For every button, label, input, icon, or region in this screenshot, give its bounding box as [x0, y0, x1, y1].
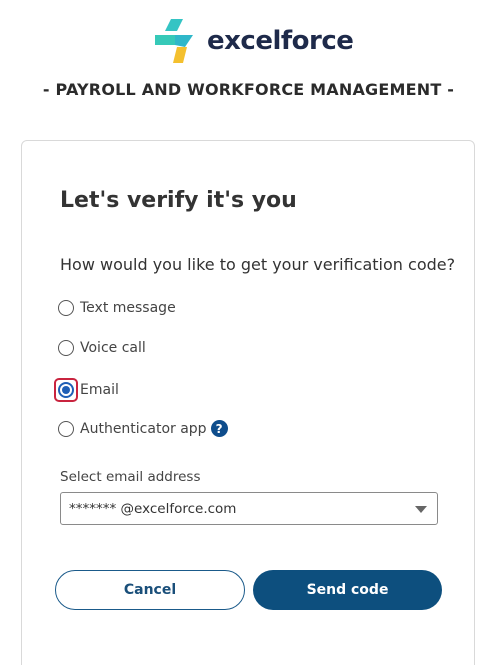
text-message-label: Text message [80, 300, 176, 316]
page-title: Let's verify it's you [60, 188, 297, 213]
email-address-value: ******* @excelforce.com [69, 500, 237, 517]
brand-tagline: - PAYROLL AND WORKFORCE MANAGEMENT - [42, 80, 455, 99]
excelforce-logo-icon [155, 19, 193, 63]
brand-logo: excelforce [153, 17, 354, 65]
verification-question: How would you like to get your verificat… [60, 255, 456, 274]
chevron-down-icon [415, 506, 427, 513]
select-email-label: Select email address [60, 469, 201, 485]
cancel-button[interactable]: Cancel [55, 570, 245, 610]
email-address-select[interactable]: ******* @excelforce.com [60, 492, 438, 525]
email-label: Email [80, 382, 119, 398]
option-voice-call[interactable]: Voice call [58, 340, 146, 356]
authenticator-app-label: Authenticator app [80, 420, 207, 437]
voice-call-label: Voice call [80, 340, 146, 356]
text-message-radio[interactable] [58, 300, 74, 316]
voice-call-radio[interactable] [58, 340, 74, 356]
option-email[interactable]: Email [54, 378, 119, 402]
question-icon[interactable]: ? [210, 420, 228, 437]
option-text-message[interactable]: Text message [58, 300, 176, 316]
authenticator-app-radio[interactable] [58, 420, 74, 437]
send-code-button[interactable]: Send code [253, 570, 442, 610]
email-radio[interactable] [58, 382, 74, 398]
option-authenticator-app[interactable]: Authenticator app ? [58, 420, 228, 437]
verification-card: Let's verify it's you How would you like… [21, 140, 475, 665]
email-radio-focus-ring [54, 378, 78, 402]
brand-name: excelforce [207, 26, 354, 56]
